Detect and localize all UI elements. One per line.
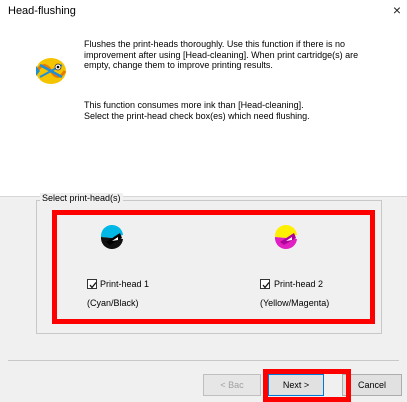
description-line: This function consumes more ink than [He…	[84, 100, 304, 110]
next-button-highlight	[263, 369, 351, 402]
description-line: Flushes the print-heads thoroughly. Use …	[84, 39, 345, 49]
description-paragraph-1: Flushes the print-heads thoroughly. Use …	[84, 39, 384, 71]
description-line: improvement after using [Head-cleaning].…	[84, 49, 359, 60]
cancel-button[interactable]: Cancel	[342, 374, 402, 396]
head-flushing-icon	[35, 58, 67, 84]
description-line: Select the print-head check box(es) whic…	[84, 110, 310, 121]
description-line: empty, change them to improve printing r…	[84, 60, 273, 70]
back-button[interactable]: < Bac	[203, 374, 261, 396]
print-heads-highlight	[52, 210, 375, 324]
button-divider	[8, 360, 399, 361]
group-label: Select print-head(s)	[40, 193, 123, 203]
title-bar: Head-flushing ×	[0, 0, 407, 22]
description-paragraph-2: This function consumes more ink than [He…	[84, 100, 384, 121]
close-icon[interactable]: ×	[393, 3, 401, 17]
window-title: Head-flushing	[8, 5, 76, 17]
